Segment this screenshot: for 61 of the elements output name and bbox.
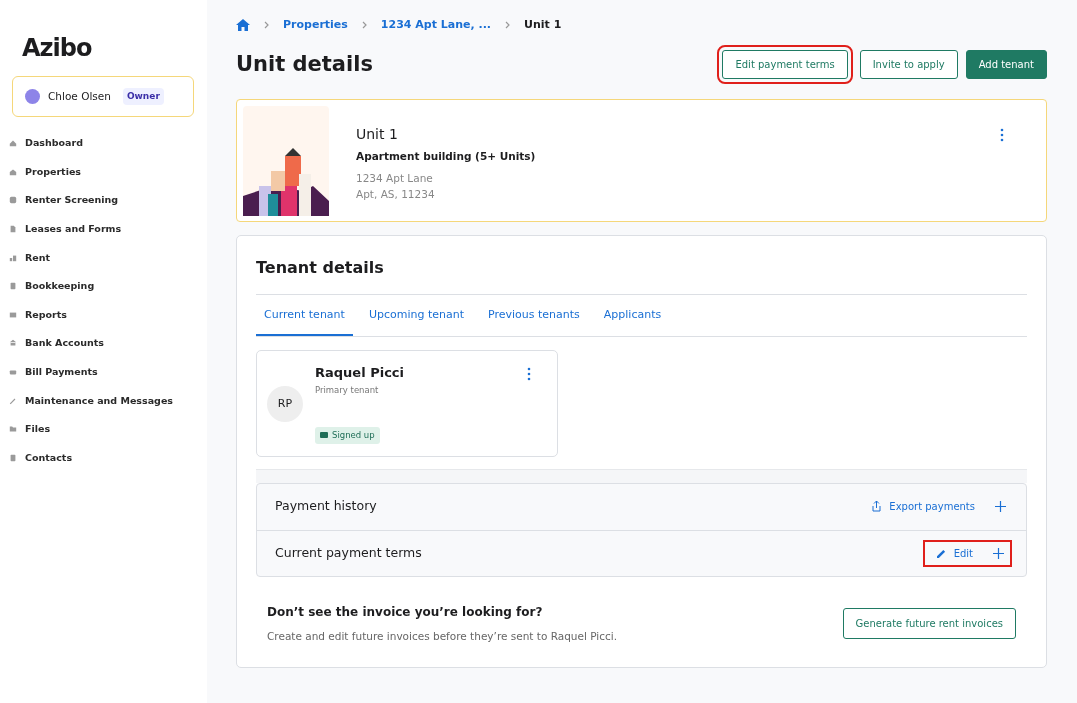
avatar: RP [267,386,303,422]
address-line: 1234 Apt Lane [356,170,434,186]
accordion-title: Current payment terms [275,543,423,562]
breadcrumb-current: Unit 1 [524,16,562,33]
tab[interactable]: Applicants [595,295,670,336]
tab[interactable]: Previous tenants [480,295,588,336]
action-button[interactable]: Add tenant [965,50,1047,79]
square-icon [9,196,17,205]
accordion-row[interactable]: Current payment terms Edit [257,529,1026,576]
bars-icon [9,253,17,262]
folder-icon [9,425,17,434]
nav-item[interactable]: Bill Payments [9,364,98,380]
nav-item[interactable]: Reports [9,307,67,322]
plus-icon[interactable] [991,547,1006,559]
page-title: Unit details [236,51,373,78]
tenant-role: Primary tenant [315,384,380,397]
status-tag: Signed up [315,426,380,444]
house-icon [9,139,17,148]
unit-name: Unit 1 [356,125,399,144]
nav-item[interactable]: Leases and Forms [9,221,122,237]
kebab-menu-icon[interactable] [525,366,533,381]
generate-invoices-button[interactable]: Generate future rent invoices [842,607,1016,639]
nav-item[interactable]: Rent [9,250,51,265]
nav-item[interactable]: Files [9,422,51,437]
share-icon [872,501,882,512]
tab[interactable]: Upcoming tenant [360,295,472,336]
chevron-icon [361,21,367,29]
user-card[interactable]: Chloe Olsen Owner [12,76,194,117]
tab[interactable]: Current tenant [256,295,353,336]
unit-type: Apartment building (5+ Units) [356,149,537,164]
nav-item[interactable]: Renter Screening [9,193,119,208]
home-icon[interactable] [236,19,250,31]
chevron-icon [505,21,511,29]
action-button[interactable]: Invite to apply [859,50,958,79]
nav-item[interactable]: Contacts [9,450,73,465]
kebab-menu-icon[interactable] [998,128,1006,142]
nav-item[interactable]: Bank Accounts [9,336,104,351]
breadcrumb-link[interactable]: 1234 Apt Lane, ... [380,16,492,34]
plus-icon[interactable] [993,501,1008,512]
envelope-icon [320,432,328,439]
accordion-row[interactable]: Payment history Export payments [257,483,1026,530]
pencil-icon [936,548,946,558]
nav-item[interactable]: Bookkeeping [9,279,95,294]
logo: Azibo [22,34,92,62]
address-line: Apt, AS, 11234 [356,186,436,202]
role-tag: Owner [122,87,164,106]
edit-link[interactable]: Edit [934,543,975,563]
invoice-heading: Don’t see the invoice you’re looking for? [267,603,544,621]
nav-item[interactable]: Properties [9,164,81,179]
accordion-title: Payment history [275,497,378,516]
export-link[interactable]: Export payments [870,497,977,516]
section-title: Tenant details [256,257,385,279]
document-icon [9,225,17,234]
breadcrumb-link[interactable]: Properties [283,16,348,34]
user-name: Chloe Olsen [48,88,111,104]
invoice-description: Create and edit future invoices before they’re sent to Raquel Picci. [267,628,618,644]
tenant-name: Raquel Picci [315,363,405,382]
nav-item[interactable]: Maintenance and Messages [9,393,173,408]
chevron-icon [264,21,269,29]
nav-item[interactable]: Dashboard [9,136,83,151]
avatar-icon [25,89,40,104]
